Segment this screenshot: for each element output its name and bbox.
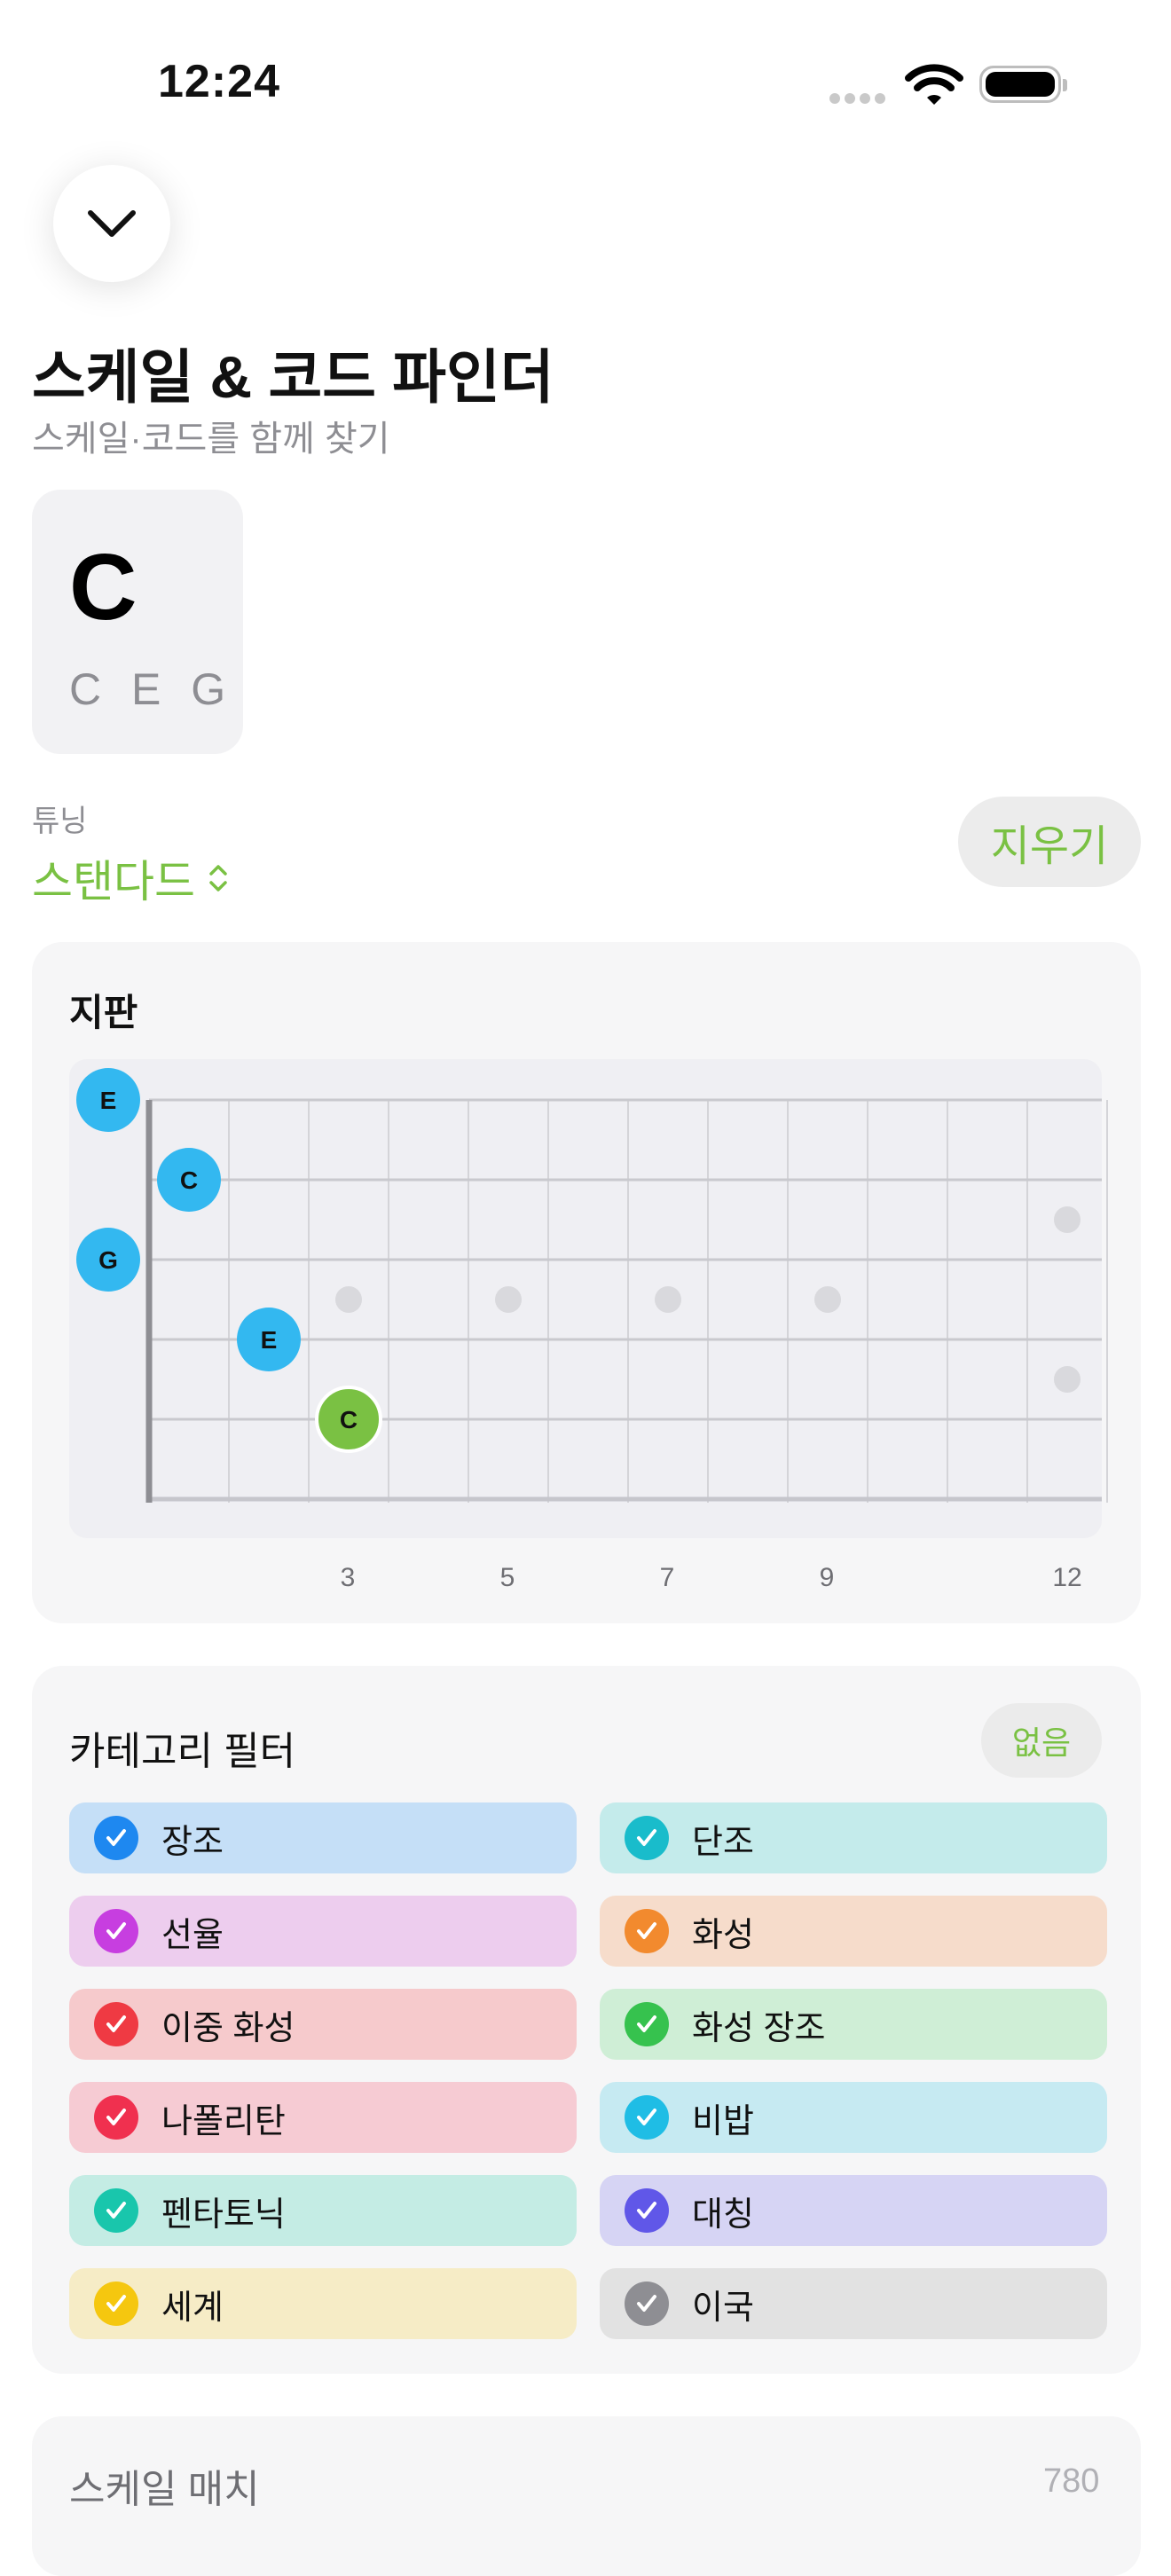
filter-title: 카테고리 필터 (69, 1730, 296, 1773)
category-chip-label: 이중 화성 (161, 2009, 295, 2047)
select-none-button[interactable]: 없음 (981, 1703, 1102, 1778)
fret-note[interactable]: C (315, 1386, 382, 1453)
category-chip[interactable]: 단조 (600, 1802, 1107, 1873)
fret-inlay-dot (1054, 1366, 1081, 1393)
scale-match-title: 스케일 매치 (69, 2468, 260, 2511)
fretboard[interactable]: E C G E C (0, 0, 1171, 1623)
category-chip-label: 나폴리탄 (161, 2102, 286, 2140)
fret-note[interactable]: E (76, 1068, 140, 1132)
fret-inlay-dot (1054, 1206, 1081, 1233)
category-chip-label: 세계 (161, 2289, 224, 2327)
checkmark-icon (94, 1909, 138, 1953)
fret-inlay-dot (814, 1286, 841, 1313)
category-chip[interactable]: 펜타토닉 (69, 2175, 577, 2246)
category-chip-label: 화성 장조 (692, 2009, 826, 2047)
fret-number-12: 12 (1052, 1563, 1082, 1592)
checkmark-icon (625, 1816, 669, 1860)
category-chip-label: 단조 (692, 1823, 754, 1861)
category-chip-label: 선율 (161, 1916, 224, 1954)
category-chip-label: 대칭 (692, 2195, 754, 2234)
category-chip-label: 비밥 (692, 2102, 754, 2140)
checkmark-icon (625, 1909, 669, 1953)
fret-number-7: 7 (659, 1563, 675, 1592)
category-chip[interactable]: 이중 화성 (69, 1989, 577, 2060)
category-chip[interactable]: 화성 (600, 1896, 1107, 1967)
fret-inlay-dot (655, 1286, 681, 1313)
fret-note[interactable]: G (76, 1228, 140, 1292)
category-chip[interactable]: 대칭 (600, 2175, 1107, 2246)
category-chip-label: 장조 (161, 1823, 224, 1861)
checkmark-icon (625, 2188, 669, 2233)
category-chip[interactable]: 나폴리탄 (69, 2082, 577, 2153)
category-chip[interactable]: 세계 (69, 2268, 577, 2339)
fret-inlay-dot (495, 1286, 522, 1313)
fret-note[interactable]: C (157, 1148, 221, 1212)
category-chip[interactable]: 장조 (69, 1802, 577, 1873)
fret-note[interactable]: E (237, 1308, 301, 1371)
category-chip[interactable]: 이국 (600, 2268, 1107, 2339)
fret-inlay-dot (335, 1286, 362, 1313)
fret-note-label: C (180, 1166, 198, 1194)
category-chip[interactable]: 비밥 (600, 2082, 1107, 2153)
fret-number-5: 5 (499, 1563, 515, 1592)
fret-note-label: E (261, 1326, 278, 1354)
checkmark-icon (94, 1816, 138, 1860)
fret-number-3: 3 (340, 1563, 356, 1592)
fret-note-label: E (100, 1087, 117, 1114)
fret-number-9: 9 (819, 1563, 835, 1592)
category-chip[interactable]: 화성 장조 (600, 1989, 1107, 2060)
category-chip-label: 펜타토닉 (161, 2195, 286, 2234)
category-chip-label: 이국 (692, 2289, 754, 2327)
fret-note-label: C (340, 1406, 358, 1433)
checkmark-icon (625, 2281, 669, 2326)
checkmark-icon (94, 2281, 138, 2326)
checkmark-icon (94, 2002, 138, 2046)
fret-note-label: G (98, 1246, 118, 1274)
checkmark-icon (625, 2002, 669, 2046)
checkmark-icon (94, 2188, 138, 2233)
checkmark-icon (625, 2095, 669, 2140)
scale-match-count: 780 (1043, 2462, 1100, 2500)
category-chip-label: 화성 (692, 1916, 754, 1954)
checkmark-icon (94, 2095, 138, 2140)
category-chip[interactable]: 선율 (69, 1896, 577, 1967)
